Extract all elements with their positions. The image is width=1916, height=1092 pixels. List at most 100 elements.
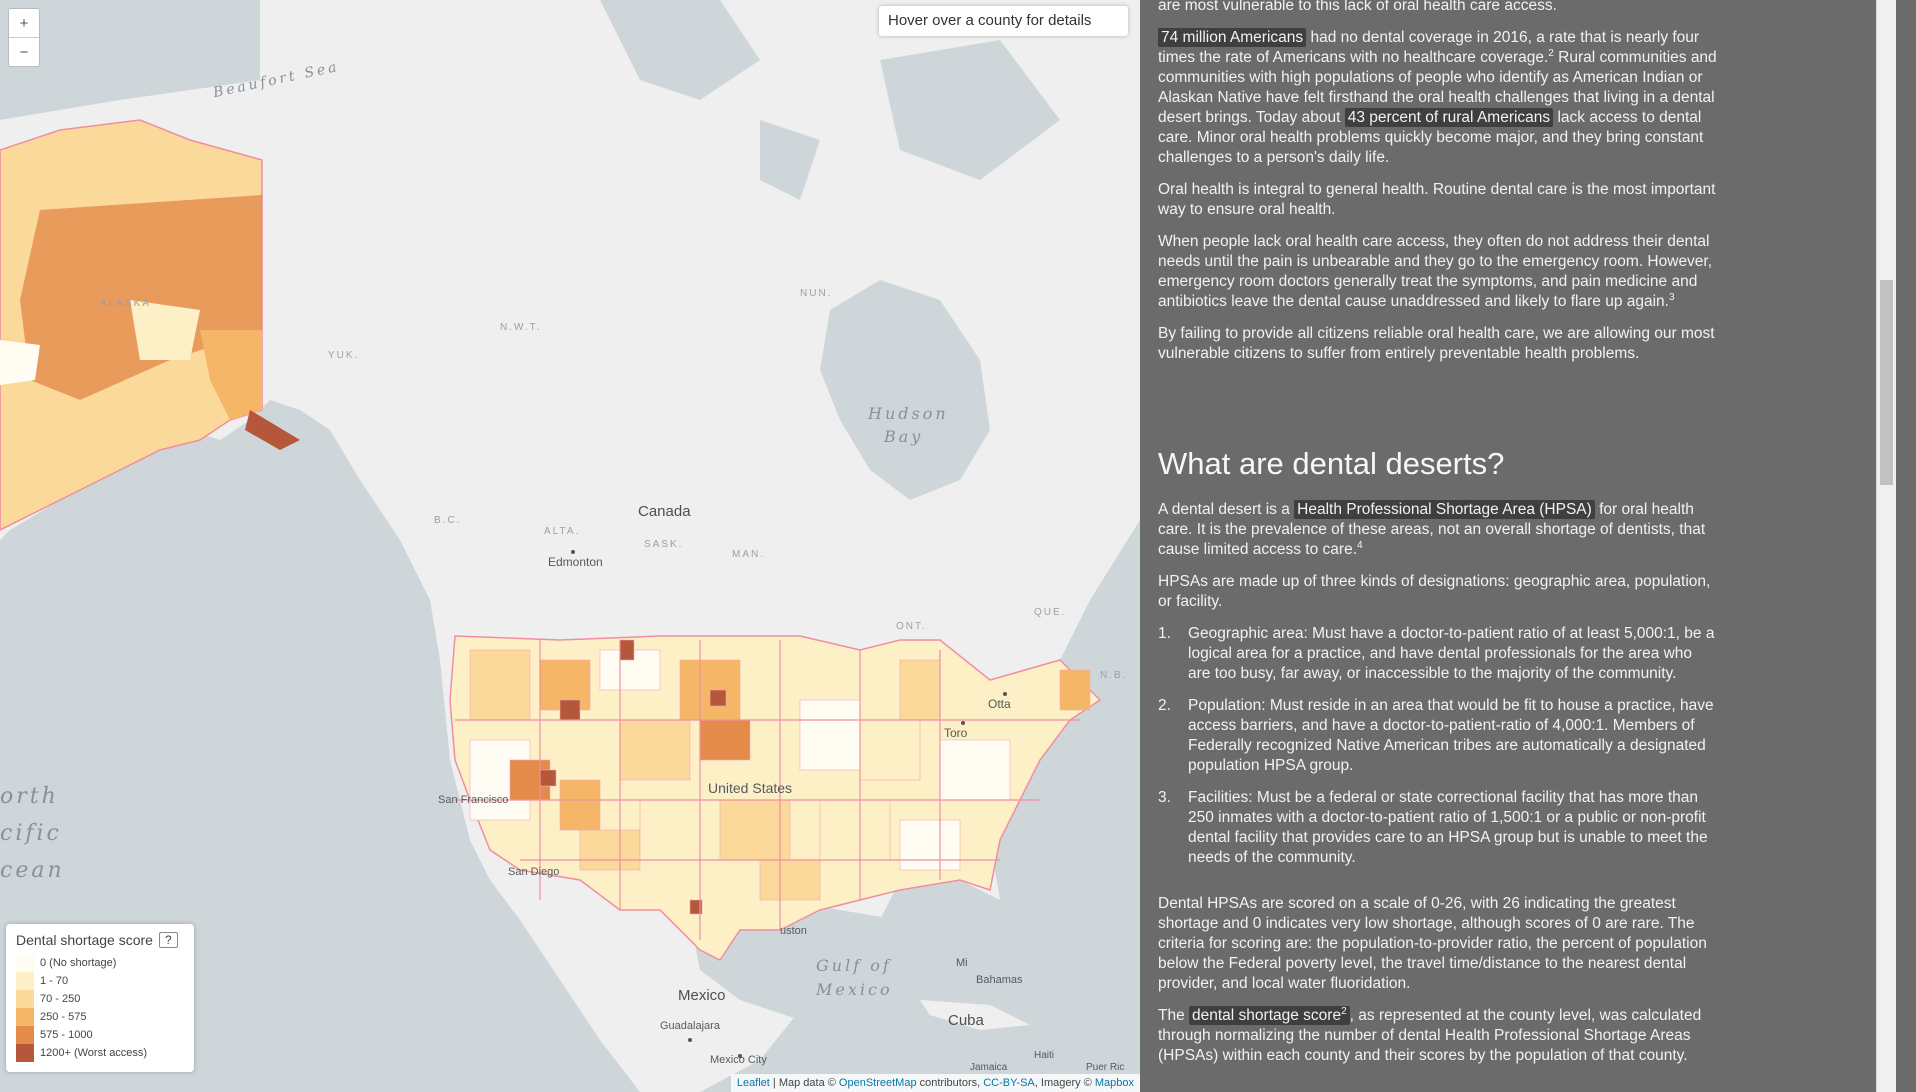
paragraph-top: are most vulnerable to this lack of oral… (1158, 0, 1557, 14)
bahamas-label: Bahamas (976, 974, 1023, 986)
legend-row: 575 - 1000 (16, 1026, 184, 1044)
legend-row: 70 - 250 (16, 990, 184, 1008)
highlight-hpsa[interactable]: Health Professional Shortage Area (HPSA) (1294, 500, 1595, 519)
san-diego-label: San Diego (508, 866, 560, 878)
highlight-74-million[interactable]: 74 million Americans (1158, 28, 1307, 47)
manitoba-label: MAN. (732, 549, 765, 560)
mapbox-link[interactable]: Mapbox (1095, 1077, 1134, 1089)
legend-row: 1200+ (Worst access) (16, 1044, 184, 1062)
zoom-out-button[interactable]: − (9, 37, 39, 66)
map[interactable]: Beaufort Sea Hudson Bay orth cific cean … (0, 0, 1140, 1092)
legend-row: 250 - 575 (16, 1008, 184, 1026)
jamaica-label: Jamaica (970, 1062, 1008, 1073)
legend-swatch (16, 1026, 34, 1044)
article-column: are most vulnerable to this lack of oral… (1158, 0, 1718, 1078)
quebec-label: QUE. (1034, 607, 1067, 618)
ccbysa-link[interactable]: CC-BY-SA (983, 1077, 1035, 1089)
legend-label: 1200+ (Worst access) (40, 1047, 148, 1059)
list-item: 2. Population: Must reside in an area tha… (1158, 696, 1718, 776)
paragraph-emergency: When people lack oral health care access… (1158, 232, 1718, 312)
highlight-shortage-score[interactable]: dental shortage score2 (1189, 1006, 1350, 1025)
paragraph-designations: HPSAs are made up of three kinds of desi… (1158, 573, 1711, 610)
houston-label: uston (780, 925, 807, 937)
list-item: 1. Geographic area: Must have a doctor-to… (1158, 624, 1718, 684)
legend-items: 0 (No shortage) 1 - 70 70 - 250 250 - 575 57… (16, 954, 184, 1062)
legend-title-row: Dental shortage score ? (16, 932, 184, 948)
north-pacific-label-2: cific (0, 821, 62, 846)
section-heading: What are dental deserts? (1158, 446, 1505, 481)
article-panel: are most vulnerable to this lack of oral… (1140, 0, 1896, 1092)
designation-list: 1. Geographic area: Must have a doctor-to… (1158, 624, 1718, 868)
saskatchewan-label: SASK. (644, 539, 684, 550)
paragraph-definition-text-1: A dental desert is a (1158, 501, 1295, 518)
footnote-4[interactable]: 4 (1357, 540, 1363, 551)
legend-swatch (16, 1008, 34, 1026)
edmonton-label: Edmonton (548, 555, 603, 569)
legend-row: 1 - 70 (16, 972, 184, 990)
county-info-box: Hover over a county for details (879, 6, 1128, 36)
gulf-of-mexico-label-2: Mexico (816, 980, 893, 999)
legend-label: 70 - 250 (40, 993, 81, 1005)
footnote-2b[interactable]: 2 (1341, 1006, 1347, 1017)
north-pacific-label-3: cean (0, 858, 65, 883)
attribution-text-1: | Map data © (769, 1077, 839, 1089)
footnote-3[interactable]: 3 (1669, 292, 1675, 303)
map-attribution: Leaflet | Map data © OpenStreetMap contr… (730, 1074, 1140, 1092)
zoom-control: + − (8, 8, 40, 67)
list-text: Geographic area: Must have a doctor-to-p… (1188, 625, 1715, 682)
attribution-text-2: contributors, (916, 1077, 984, 1089)
legend-help-button[interactable]: ? (158, 932, 178, 948)
list-number: 1. (1158, 625, 1171, 642)
paragraph-definition: A dental desert is a Health Professional… (1158, 500, 1718, 560)
legend-label: 1 - 70 (40, 975, 69, 987)
list-number: 2. (1158, 697, 1171, 714)
nwt-label: N.W.T. (500, 322, 542, 333)
paragraph-coverage: 74 million Americans had no dental cover… (1158, 28, 1718, 168)
leaflet-link[interactable]: Leaflet (737, 1077, 770, 1089)
paragraph-scoring: Dental HPSAs are scored on a scale of 0-… (1158, 895, 1707, 992)
mexico-label: Mexico (678, 987, 726, 1004)
san-francisco-label: San Francisco (438, 794, 509, 806)
canada-label: Canada (638, 503, 691, 520)
north-pacific-label-1: orth (0, 784, 59, 809)
osm-link[interactable]: OpenStreetMap (839, 1077, 917, 1089)
paragraph-shortage-text-1: The (1158, 1007, 1190, 1024)
mexico-city-label: Mexico City (710, 1054, 767, 1066)
list-text: Facilities: Must be a federal or state c… (1188, 789, 1708, 866)
legend-label: 575 - 1000 (40, 1029, 93, 1041)
miami-label: Mi (956, 957, 968, 969)
yukon-label: YUK. (328, 350, 360, 361)
guadalajara-label: Guadalajara (660, 1020, 720, 1032)
legend-swatch (16, 954, 34, 972)
puerto-rico-label: Puer Ric (1086, 1062, 1125, 1073)
list-text: Population: Must reside in an area that … (1188, 697, 1714, 774)
gulf-of-mexico-label-1: Gulf of (816, 956, 892, 975)
alaska-label: ALASKA (100, 298, 151, 309)
paragraph-shortage-score: The dental shortage score2, as represent… (1158, 1006, 1718, 1066)
scrollbar[interactable] (1876, 0, 1896, 1092)
highlight-43-percent[interactable]: 43 percent of rural Americans (1344, 108, 1554, 127)
toronto-label: Toro (944, 726, 968, 740)
hudson-bay-label-2: Bay (884, 427, 924, 446)
attribution-text-3: , Imagery © (1034, 1077, 1095, 1089)
list-number: 3. (1158, 789, 1171, 806)
paragraph-integral: Oral health is integral to general healt… (1158, 181, 1716, 218)
scrollbar-thumb[interactable] (1880, 280, 1893, 485)
legend-swatch (16, 990, 34, 1008)
ontario-label: ONT. (896, 621, 927, 632)
legend-label: 250 - 575 (40, 1011, 87, 1023)
legend-row: 0 (No shortage) (16, 954, 184, 972)
cuba-label: Cuba (948, 1012, 984, 1029)
paragraph-failing: By failing to provide all citizens relia… (1158, 325, 1715, 362)
hudson-bay-label-1: Hudson (868, 404, 949, 423)
legend-label: 0 (No shortage) (40, 957, 117, 969)
haiti-label: Haiti (1034, 1050, 1055, 1061)
ottawa-label: Otta (988, 697, 1011, 711)
legend-title: Dental shortage score (16, 932, 153, 948)
list-item: 3. Facilities: Must be a federal or state… (1158, 788, 1718, 868)
legend-swatch (16, 1044, 34, 1062)
united-states-label: United States (708, 780, 793, 796)
alberta-label: ALTA. (544, 526, 581, 537)
bc-label: B.C. (434, 515, 462, 526)
zoom-in-button[interactable]: + (9, 9, 39, 37)
